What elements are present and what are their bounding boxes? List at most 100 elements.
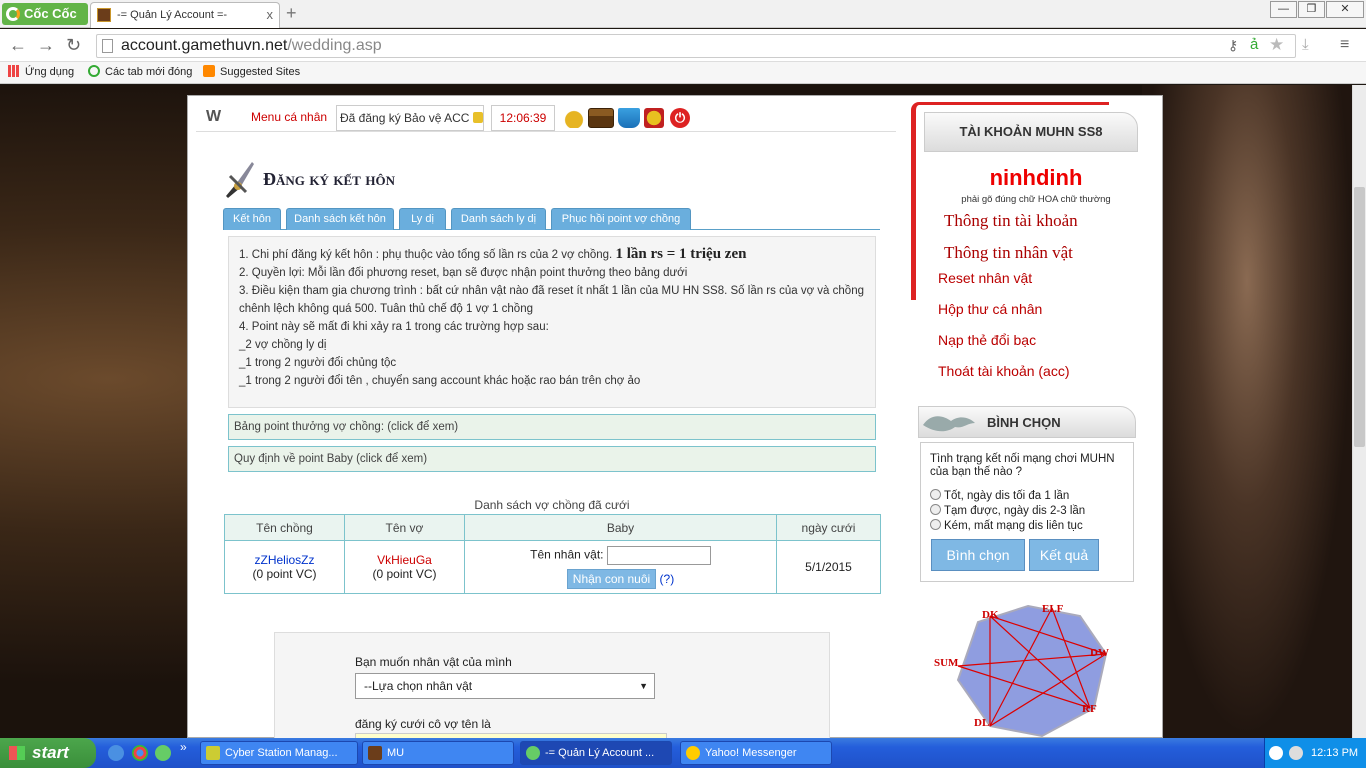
quicklaunch-more[interactable]: »	[180, 740, 187, 754]
history-icon	[88, 65, 100, 77]
bookmark-suggested[interactable]: Suggested Sites	[203, 62, 300, 82]
rule-3: 3. Điều kiện tham gia chương trình : bất…	[239, 285, 864, 315]
character-select[interactable]: --Lựa chọn nhân vật ▼	[355, 673, 655, 699]
translate-icon[interactable]: ả	[1250, 35, 1258, 55]
task-mu[interactable]: MU	[362, 741, 514, 765]
chevron-down-icon: ▼	[639, 681, 648, 691]
reload-icon[interactable]: ↻	[66, 35, 81, 55]
radio-icon[interactable]	[930, 519, 941, 530]
col-date: ngày cưới	[776, 514, 881, 541]
link-reset-character[interactable]: Reset nhân vật	[938, 270, 1032, 286]
vote-question: Tình trạng kết nối mạng chơi MUHN của bạ…	[930, 453, 1115, 478]
rules-box: 1. Chi phí đăng ký kết hôn : phụ thuộc v…	[228, 236, 876, 408]
vote-button[interactable]: Bình chọn	[931, 539, 1025, 571]
wife-name-label: đăng ký cưới cô vợ tên là	[355, 717, 491, 731]
table-header-row: Tên chồng Tên vợ Baby ngày cưới	[224, 514, 881, 541]
baby-name-input[interactable]	[606, 545, 711, 565]
rule-4: 4. Point này sẽ mất đi khi xảy ra 1 tron…	[239, 321, 549, 333]
minimize-button[interactable]: —	[1270, 1, 1297, 18]
radio-icon[interactable]	[930, 489, 941, 500]
tab-close-icon[interactable]: x	[267, 3, 274, 27]
rule-4a: _2 vợ chồng ly dị	[239, 339, 327, 351]
browser-tab[interactable]: -= Quản Lý Account =- x	[90, 2, 280, 28]
rule-1-cost: 1 lần rs = 1 triệu zen	[615, 246, 747, 262]
lock-icon	[472, 112, 483, 123]
download-icon[interactable]: ⤓	[1302, 35, 1309, 55]
chest-icon[interactable]	[588, 108, 614, 128]
restore-button[interactable]: ❐	[1298, 1, 1325, 18]
wife-name[interactable]: VkHieuGa	[345, 553, 464, 567]
tab-title: -= Quản Lý Account =-	[117, 9, 228, 21]
task-cyber-station[interactable]: Cyber Station Manag...	[200, 741, 358, 765]
link-topup[interactable]: Nạp thẻ đổi bạc	[938, 332, 1036, 348]
adopt-button[interactable]: Nhận con nuôi	[566, 568, 657, 589]
cart-icon[interactable]	[618, 108, 640, 128]
site-logo[interactable]: W	[206, 108, 221, 126]
browser-tabbar: Cốc Cốc -= Quản Lý Account =- x + — ❐ ✕	[0, 0, 1366, 28]
page-icon	[102, 39, 113, 53]
user-toolbar: W Menu cá nhân Đã đăng ký Bảo vệ ACC 12:…	[196, 100, 896, 132]
link-inbox[interactable]: Hộp thư cá nhân	[938, 301, 1042, 317]
ie-icon[interactable]	[108, 745, 124, 761]
wedding-tabs: Kết hôn Danh sách kết hôn Ly dị Danh sác…	[223, 208, 880, 230]
tab-marriage-list[interactable]: Danh sách kết hôn	[286, 208, 394, 230]
system-tray: 12:13 PM	[1264, 738, 1366, 768]
key-icon[interactable]: ⚷	[1228, 35, 1238, 55]
chrome-icon[interactable]	[132, 745, 148, 761]
task-account-manager[interactable]: -= Quản Lý Account ...	[520, 741, 672, 765]
vote-option-bad[interactable]: Kém, mất mạng dis liên tục	[930, 519, 1083, 532]
page-scrollbar[interactable]	[1352, 85, 1366, 738]
sword-icon	[226, 162, 254, 198]
class-sum: SUM	[934, 657, 959, 669]
col-wife: Tên vợ	[344, 514, 465, 541]
points-table-toggle[interactable]: Bảng point thưởng vợ chồng: (click để xe…	[228, 414, 876, 440]
tab-divorce-list[interactable]: Danh sách ly dị	[451, 208, 546, 230]
menu-icon[interactable]: ≡	[1340, 35, 1349, 55]
tab-restore-points[interactable]: Phục hồi point vợ chồng	[551, 208, 691, 230]
suggested-icon	[203, 65, 215, 77]
scrollbar-thumb[interactable]	[1354, 187, 1365, 447]
address-bar[interactable]: account.gamethuvn.net/wedding.asp	[96, 34, 1296, 58]
coccoc-quicklaunch-icon[interactable]	[155, 745, 171, 761]
power-icon[interactable]: ⏻	[670, 108, 690, 128]
bookmark-apps[interactable]: Ứng dụng	[8, 62, 74, 82]
rule-4c: _1 trong 2 người đổi tên , chuyển sang a…	[239, 375, 641, 387]
link-character-info[interactable]: Thông tin nhân vật	[944, 243, 1073, 263]
personal-menu-link[interactable]: Menu cá nhân	[251, 110, 327, 124]
vote-option-good[interactable]: Tốt, ngày dis tối đa 1 lần	[930, 489, 1069, 502]
class-dk: DK	[982, 609, 999, 621]
vote-header: BÌNH CHỌN	[918, 406, 1136, 438]
table-row: zZHeliosZz (0 point VC) VkHieuGa (0 poin…	[224, 540, 881, 594]
forward-icon[interactable]: →	[37, 35, 55, 55]
trophy-icon[interactable]	[644, 108, 664, 128]
class-dl: DL	[974, 717, 989, 729]
moneybag-icon[interactable]	[564, 108, 584, 128]
task-yahoo-messenger[interactable]: Yahoo! Messenger	[680, 741, 832, 765]
link-account-info[interactable]: Thông tin tài khoản	[944, 211, 1078, 231]
back-icon[interactable]: ←	[9, 35, 27, 55]
windows-logo-icon	[9, 746, 25, 760]
class-rf: RF	[1082, 703, 1097, 715]
bookmark-recent-tabs[interactable]: Các tab mới đóng	[88, 62, 192, 82]
vote-option-ok[interactable]: Tạm được, ngày dis 2-3 lần	[930, 504, 1085, 517]
link-logout[interactable]: Thoát tài khoản (acc)	[938, 363, 1070, 379]
tray-network-icon[interactable]	[1289, 746, 1303, 760]
help-link[interactable]: (?)	[660, 572, 675, 586]
account-protect-status: Đã đăng ký Bảo vệ ACC	[336, 105, 484, 131]
radio-icon[interactable]	[930, 504, 941, 515]
new-tab-button[interactable]: +	[286, 3, 297, 24]
tab-marriage[interactable]: Kết hôn	[223, 208, 281, 230]
coccoc-task-icon	[526, 746, 540, 760]
close-window-button[interactable]: ✕	[1326, 1, 1364, 18]
browser-logo[interactable]: Cốc Cốc	[2, 3, 88, 25]
tab-divorce[interactable]: Ly dị	[399, 208, 446, 230]
married-list-title: Danh sách vợ chồng đã cưới	[474, 498, 630, 512]
page-title: Đăng ký kết hôn	[263, 169, 395, 189]
username: ninhdinh	[989, 165, 1083, 190]
husband-name[interactable]: zZHeliosZz	[225, 553, 344, 567]
baby-rules-toggle[interactable]: Quy định về point Baby (click để xem)	[228, 446, 876, 472]
start-button[interactable]: start	[0, 738, 96, 768]
star-icon[interactable]: ★	[1269, 35, 1284, 55]
tray-expand-icon[interactable]	[1269, 746, 1283, 760]
result-button[interactable]: Kết quả	[1029, 539, 1099, 571]
